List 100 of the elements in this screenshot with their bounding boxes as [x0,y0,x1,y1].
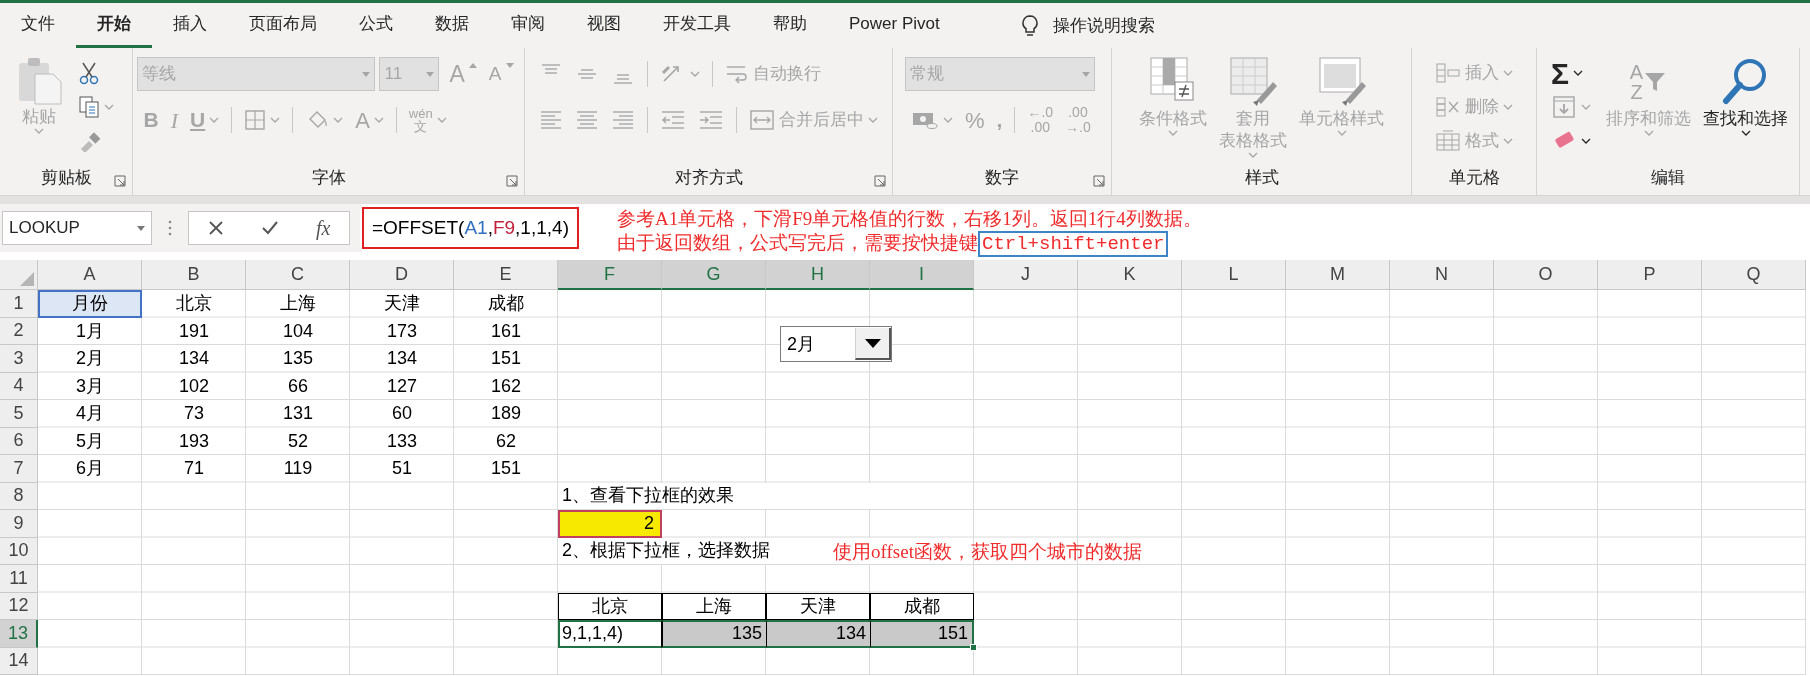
column-header[interactable]: E [454,260,558,290]
column-header[interactable]: F [558,260,662,290]
align-bottom-icon [611,73,635,85]
ribbon-tab[interactable]: 文件 [0,3,76,48]
borders-icon [244,109,267,131]
row-header[interactable]: 10 [0,537,38,565]
row-header[interactable]: 2 [0,317,38,345]
chevron-icon [1336,130,1347,136]
ribbon-tab[interactable]: 公式 [338,3,414,48]
table-cell: 上海 [662,592,766,620]
column-header[interactable]: M [1286,260,1390,290]
tell-me-search[interactable]: 操作说明搜索 [1052,12,1155,39]
row-header[interactable]: 1 [0,290,38,318]
table-cell-text: 2月 [75,347,105,371]
chevron-icon [1740,130,1751,136]
column-header[interactable]: K [1078,260,1182,290]
drag-handle-icon [168,220,172,236]
group-label: 数字 [985,167,1019,190]
chevron-icon [270,117,281,123]
column-header[interactable]: H [766,260,870,290]
ribbon-tab[interactable]: 审阅 [490,3,566,48]
column-header[interactable]: C [246,260,350,290]
table-cell-text: 北京 [175,292,213,316]
table-cell: 天津 [766,592,870,620]
column-header[interactable]: A [38,260,142,290]
chevron-icon [436,117,447,123]
ribbon-button[interactable]: 查找和选择 [1700,56,1791,136]
shrink-caret-icon [505,63,514,68]
fill-handle[interactable] [970,643,977,651]
chevron-icon [333,117,344,123]
chevron-icon [690,71,700,77]
table-cell-text: 73 [183,402,205,426]
align-top-icon [539,63,563,75]
table-cell-text: 173 [385,319,418,343]
input-cell[interactable]: 2 [558,510,662,538]
insert-function-button[interactable]: fx [315,213,331,243]
row-header[interactable]: 9 [0,510,38,538]
chevron-icon [943,117,953,123]
caret-icon [426,71,435,77]
table-cell-text: 60 [391,402,413,426]
caret-icon [1082,71,1090,77]
table-cell-text: 135 [281,347,314,371]
format-cells-icon [1435,130,1461,152]
row-header[interactable]: 13 [0,620,38,648]
table-cell: 135 [662,620,766,648]
column-header[interactable]: L [1182,260,1286,290]
row-header[interactable]: 3 [0,345,38,373]
row-header[interactable]: 8 [0,482,38,510]
row-header[interactable]: 6 [0,427,38,455]
table-cell: 151 [870,620,974,648]
formula-field[interactable]: =OFFSET(A1,F9,1,1,4) [360,209,579,247]
ribbon-tab[interactable]: 开发工具 [642,3,752,48]
row-header[interactable]: 5 [0,400,38,428]
table-cell-text: 162 [489,374,522,398]
caret-icon [137,225,145,231]
name-box[interactable]: LOOKUP [2,211,152,245]
checkmark-icon [260,220,279,236]
annotation-text: 使用offset函数，获取四个城市的数据 [833,540,1142,564]
column-header[interactable]: Q [1702,260,1806,290]
chevron-icon [104,104,114,110]
table-cell-text: 66 [287,374,309,398]
column-header[interactable]: O [1494,260,1598,290]
table-format-icon [1227,56,1279,108]
indent-increase-icon [698,109,724,131]
row-header[interactable]: 4 [0,372,38,400]
row-header[interactable]: 14 [0,647,38,675]
enter-button[interactable] [260,220,279,236]
month-dropdown[interactable]: 2月 [780,326,892,362]
row-header[interactable]: 12 [0,592,38,620]
chevron-icon [1573,70,1583,76]
chevron-icon [209,117,220,123]
column-header[interactable]: P [1598,260,1702,290]
column-header[interactable]: N [1390,260,1494,290]
insert-cells-icon [1435,62,1461,84]
column-header[interactable]: D [350,260,454,290]
column-header[interactable]: G [662,260,766,290]
column-header[interactable]: B [142,260,246,290]
ribbon-tab[interactable]: Power Pivot [828,3,961,48]
formula-cell[interactable]: 9,1,1,4) [558,620,662,648]
ribbon-tab[interactable]: 视图 [566,3,642,48]
chevron-icon [1581,138,1591,144]
cancel-button[interactable] [207,220,224,236]
ribbon-tab[interactable]: 数据 [414,3,490,48]
row-header[interactable]: 7 [0,455,38,483]
column-header[interactable]: I [870,260,974,290]
row-header[interactable]: 11 [0,565,38,593]
toolbar-button[interactable]: Σ [1545,56,1589,90]
chevron-icon [34,128,44,134]
group-label: 编辑 [1651,167,1685,190]
table-cell-text: 189 [489,402,522,426]
merge-cells-icon [749,108,775,132]
table-cell-text: 6月 [75,457,105,481]
ribbon-tab[interactable]: 插入 [152,3,228,48]
ribbon-tab[interactable]: 帮助 [752,3,828,48]
table-cell: 月份 [38,290,142,318]
column-header[interactable]: J [974,260,1078,290]
ribbon-tab[interactable]: 页面布局 [228,3,338,48]
funnel-icon [1643,70,1668,94]
table-cell: 成都 [870,592,974,620]
table-cell-text: 天津 [383,292,421,316]
